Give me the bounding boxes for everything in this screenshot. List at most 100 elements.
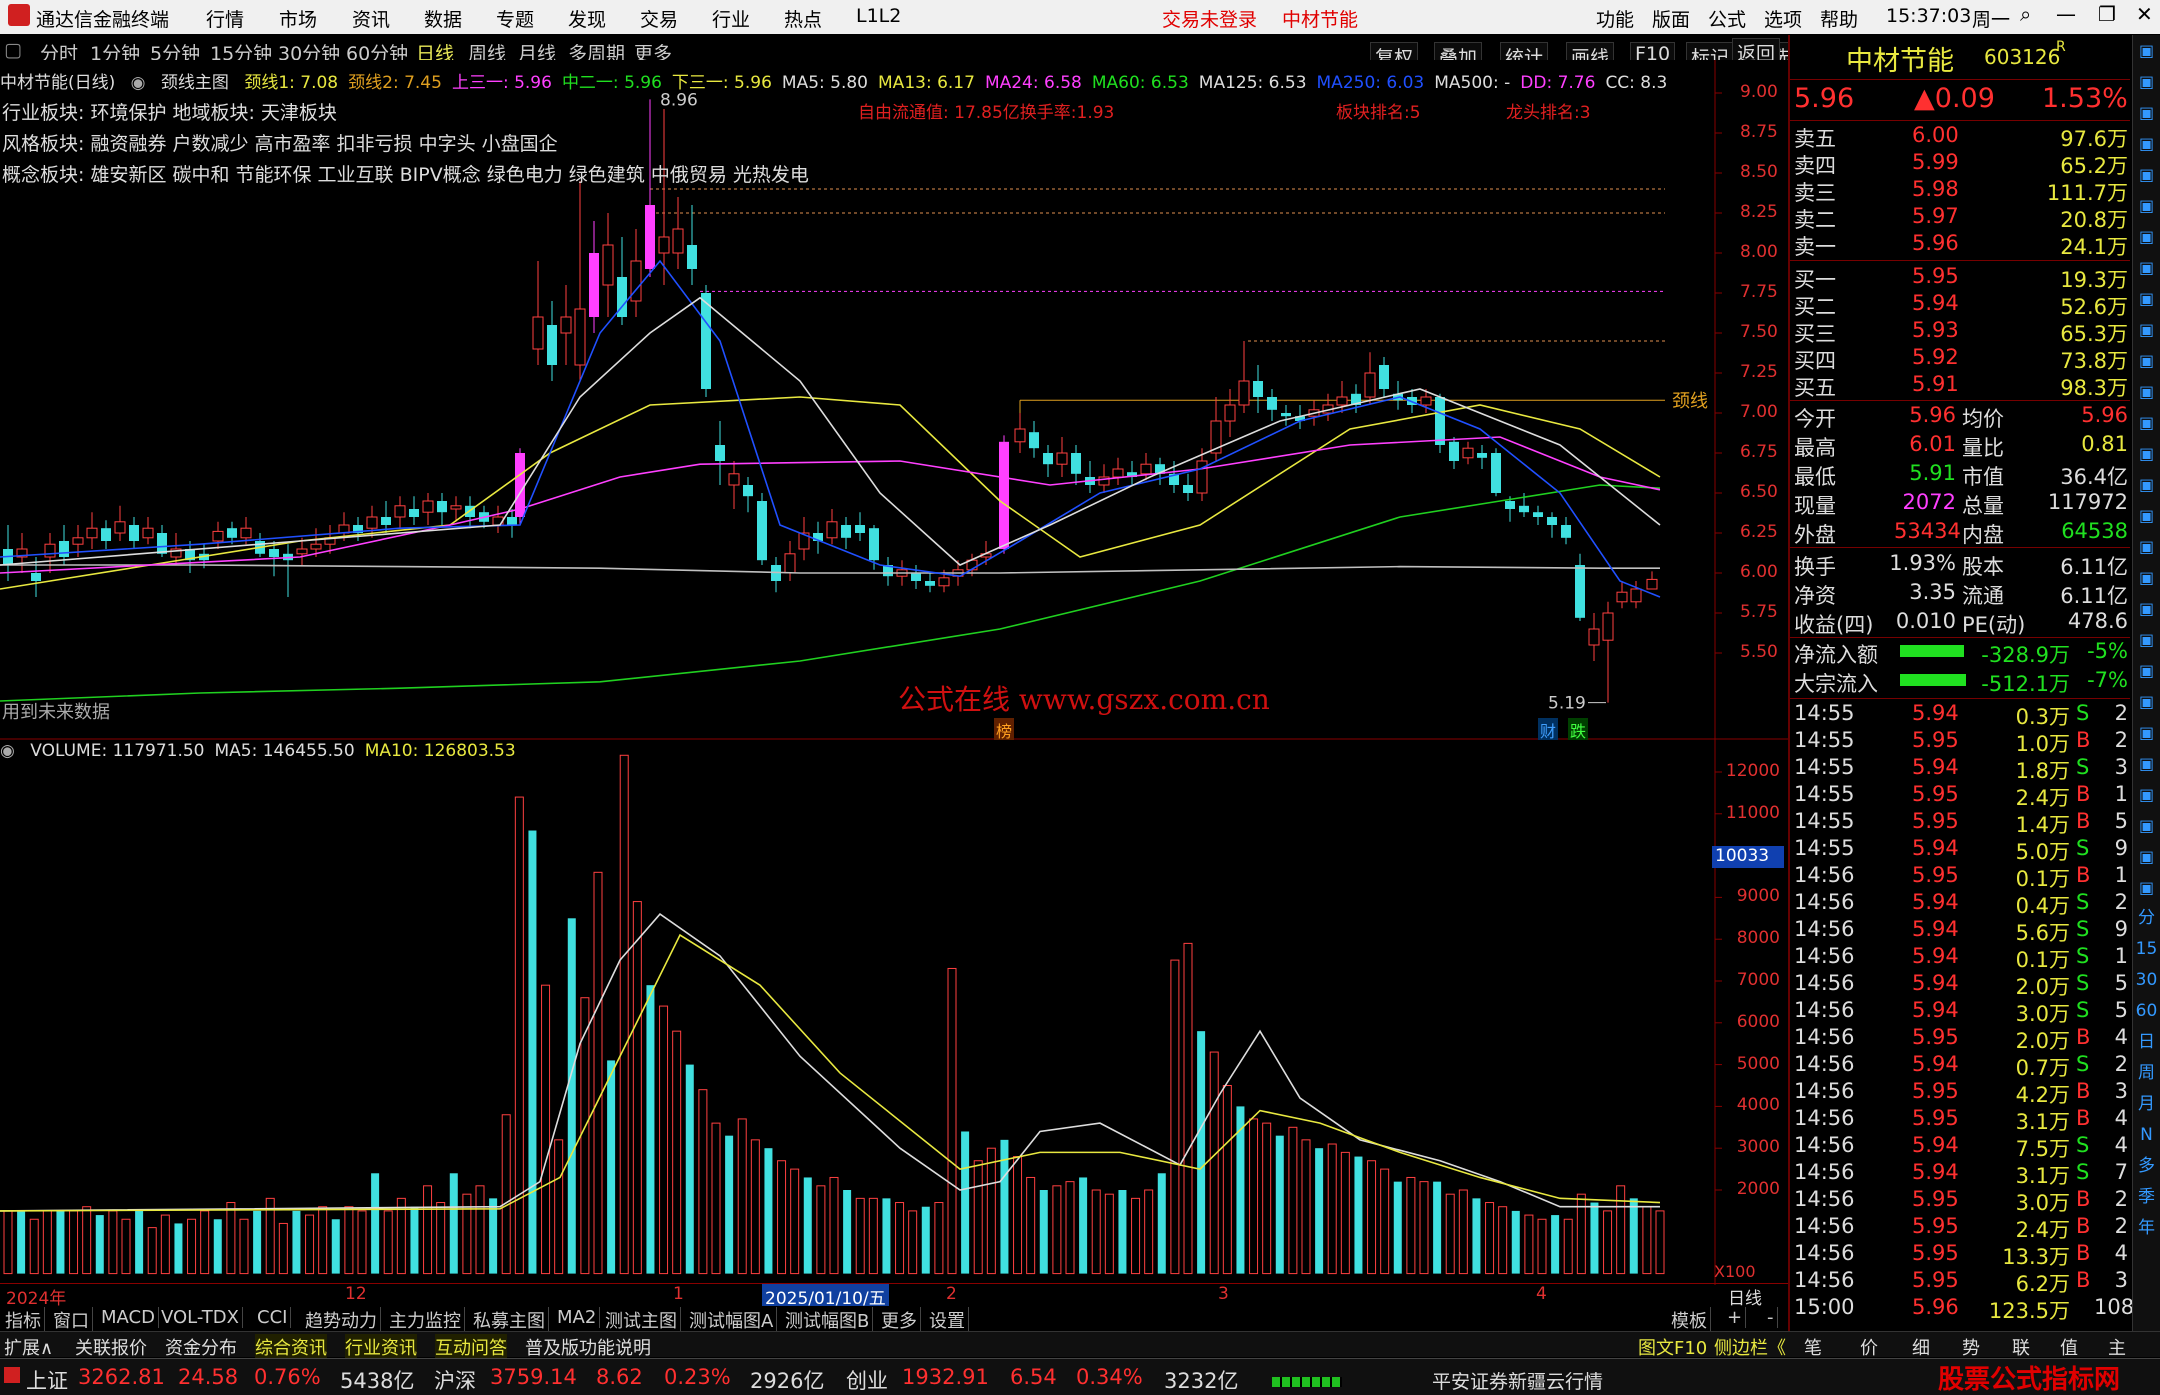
side-tab-4[interactable]: 细 [1912,1334,1930,1360]
info-tab-1[interactable]: 关联报价 [75,1334,147,1360]
side-tool-icon-23[interactable]: ▣ [2133,748,2160,779]
side-period-1[interactable]: 15 [2133,934,2160,965]
side-tool-icon-14[interactable]: ▣ [2133,469,2160,500]
side-tool-icon-8[interactable]: ▣ [2133,283,2160,314]
side-tool-icon-0[interactable]: ▣ [2133,35,2160,66]
side-tool-icon-27[interactable]: ▣ [2133,872,2160,903]
side-period-3[interactable]: 60 [2133,996,2160,1027]
side-tool-icon-7[interactable]: ▣ [2133,252,2160,283]
side-tool-icon-12[interactable]: ▣ [2133,407,2160,438]
menu-discover[interactable]: 发现 [568,5,606,32]
side-tool-icon-19[interactable]: ▣ [2133,624,2160,655]
menu-topics[interactable]: 专题 [496,5,534,32]
side-period-5[interactable]: 周 [2133,1058,2160,1089]
side-tab-2[interactable]: 笔 [1804,1334,1822,1360]
side-tool-icon-11[interactable]: ▣ [2133,376,2160,407]
index-cy-name[interactable]: 创业 [846,1365,888,1395]
side-tool-icon-17[interactable]: ▣ [2133,562,2160,593]
side-tool-icon-26[interactable]: ▣ [2133,841,2160,872]
info-tab-6[interactable]: 普及版功能说明 [525,1334,651,1360]
side-tab-8[interactable]: 主 [2108,1334,2126,1360]
info-tab-4[interactable]: 行业资讯 [345,1334,417,1360]
indicator-name[interactable]: 颈线主图 [161,73,229,92]
side-tool-icon-15[interactable]: ▣ [2133,500,2160,531]
info-tab-2[interactable]: 资金分布 [165,1334,237,1360]
indicator-tab-1[interactable]: 窗口 [50,1307,93,1333]
index-sz-name[interactable]: 沪深 [434,1365,476,1395]
side-tool-icon-6[interactable]: ▣ [2133,221,2160,252]
side-tool-icon-25[interactable]: ▣ [2133,810,2160,841]
menu-help[interactable]: 帮助 [1820,5,1858,32]
side-tool-icon-22[interactable]: ▣ [2133,717,2160,748]
side-tab-6[interactable]: 联 [2012,1334,2030,1360]
indicator-tab-0[interactable]: 指标 [2,1307,45,1333]
side-tool-icon-10[interactable]: ▣ [2133,345,2160,376]
template-tab-1[interactable]: + [1724,1307,1747,1328]
menu-quotes[interactable]: 行情 [206,5,244,32]
menu-data[interactable]: 数据 [424,5,462,32]
indicator-tab-13[interactable]: 设置 [926,1307,969,1333]
index-sh-name[interactable]: 上证 [26,1365,68,1395]
side-tool-icon-18[interactable]: ▣ [2133,593,2160,624]
side-tool-icon-1[interactable]: ▣ [2133,66,2160,97]
side-period-9[interactable]: 季 [2133,1182,2160,1213]
side-tab-0[interactable]: 图文F10 [1638,1334,1707,1360]
side-tab-7[interactable]: 值 [2060,1334,2078,1360]
side-tool-icon-2[interactable]: ▣ [2133,97,2160,128]
menu-formula[interactable]: 公式 [1708,5,1746,32]
indicator-tab-6[interactable]: 主力监控 [386,1307,465,1333]
menu-options[interactable]: 选项 [1764,5,1802,32]
side-period-6[interactable]: 月 [2133,1089,2160,1120]
side-tool-icon-20[interactable]: ▣ [2133,655,2160,686]
indicator-tab-7[interactable]: 私募主图 [470,1307,549,1333]
side-period-7[interactable]: N [2133,1120,2160,1151]
info-tab-5[interactable]: 互动问答 [435,1334,507,1360]
indicator-settings-icon[interactable]: ◉ [131,73,146,92]
menu-layout[interactable]: 版面 [1652,5,1690,32]
menu-hot[interactable]: 热点 [784,5,822,32]
volume-settings-icon[interactable]: ◉ [0,741,15,761]
side-period-0[interactable]: 分 [2133,903,2160,934]
indicator-tab-4[interactable]: CCI [254,1307,292,1328]
volume-chart[interactable] [0,740,1788,1285]
marker-bang[interactable]: 榜 [994,718,1015,742]
menu-market[interactable]: 市场 [279,5,317,32]
side-tool-icon-5[interactable]: ▣ [2133,190,2160,221]
side-tab-1[interactable]: 侧边栏《 [1714,1334,1786,1360]
indicator-tab-8[interactable]: MA2 [554,1307,601,1328]
menu-industry[interactable]: 行业 [712,5,750,32]
indicator-tab-3[interactable]: VOL-TDX [158,1307,243,1328]
template-tab-2[interactable]: - [1764,1307,1778,1328]
menu-function[interactable]: 功能 [1596,5,1634,32]
indicator-tab-11[interactable]: 测试幅图B [782,1307,874,1333]
side-tab-5[interactable]: 势 [1962,1334,1980,1360]
minimize-icon[interactable]: — [2056,2,2076,26]
close-icon[interactable]: ✕ [2136,2,2153,26]
restore-icon[interactable]: ❐ [2098,2,2116,26]
side-tool-icon-3[interactable]: ▣ [2133,128,2160,159]
side-tool-icon-16[interactable]: ▣ [2133,531,2160,562]
side-period-2[interactable]: 30 [2133,965,2160,996]
side-tool-icon-21[interactable]: ▣ [2133,686,2160,717]
side-tool-icon-9[interactable]: ▣ [2133,314,2160,345]
side-period-8[interactable]: 多 [2133,1151,2160,1182]
toolbar-toggle-icon[interactable]: ▢ [4,39,22,61]
trade-login-notice[interactable]: 交易未登录 [1162,5,1257,32]
side-tool-icon-13[interactable]: ▣ [2133,438,2160,469]
indicator-tab-12[interactable]: 更多 [878,1307,921,1333]
menu-trade[interactable]: 交易 [640,5,678,32]
side-period-10[interactable]: 年 [2133,1213,2160,1244]
side-tool-icon-4[interactable]: ▣ [2133,159,2160,190]
menu-news[interactable]: 资讯 [352,5,390,32]
menu-l1l2[interactable]: L1L2 [856,5,901,27]
side-tab-3[interactable]: 价 [1860,1334,1878,1360]
marker-die[interactable]: 跌 [1568,718,1589,742]
marker-cai[interactable]: 财 [1538,718,1559,742]
indicator-tab-9[interactable]: 测试主图 [602,1307,681,1333]
side-tool-icon-24[interactable]: ▣ [2133,779,2160,810]
search-icon[interactable]: ⌕ [2020,2,2031,26]
info-tab-0[interactable]: 扩展∧ [4,1334,53,1360]
indicator-tab-5[interactable]: 趋势动力 [302,1307,381,1333]
indicator-tab-2[interactable]: MACD [98,1307,159,1328]
side-period-4[interactable]: 日 [2133,1027,2160,1058]
